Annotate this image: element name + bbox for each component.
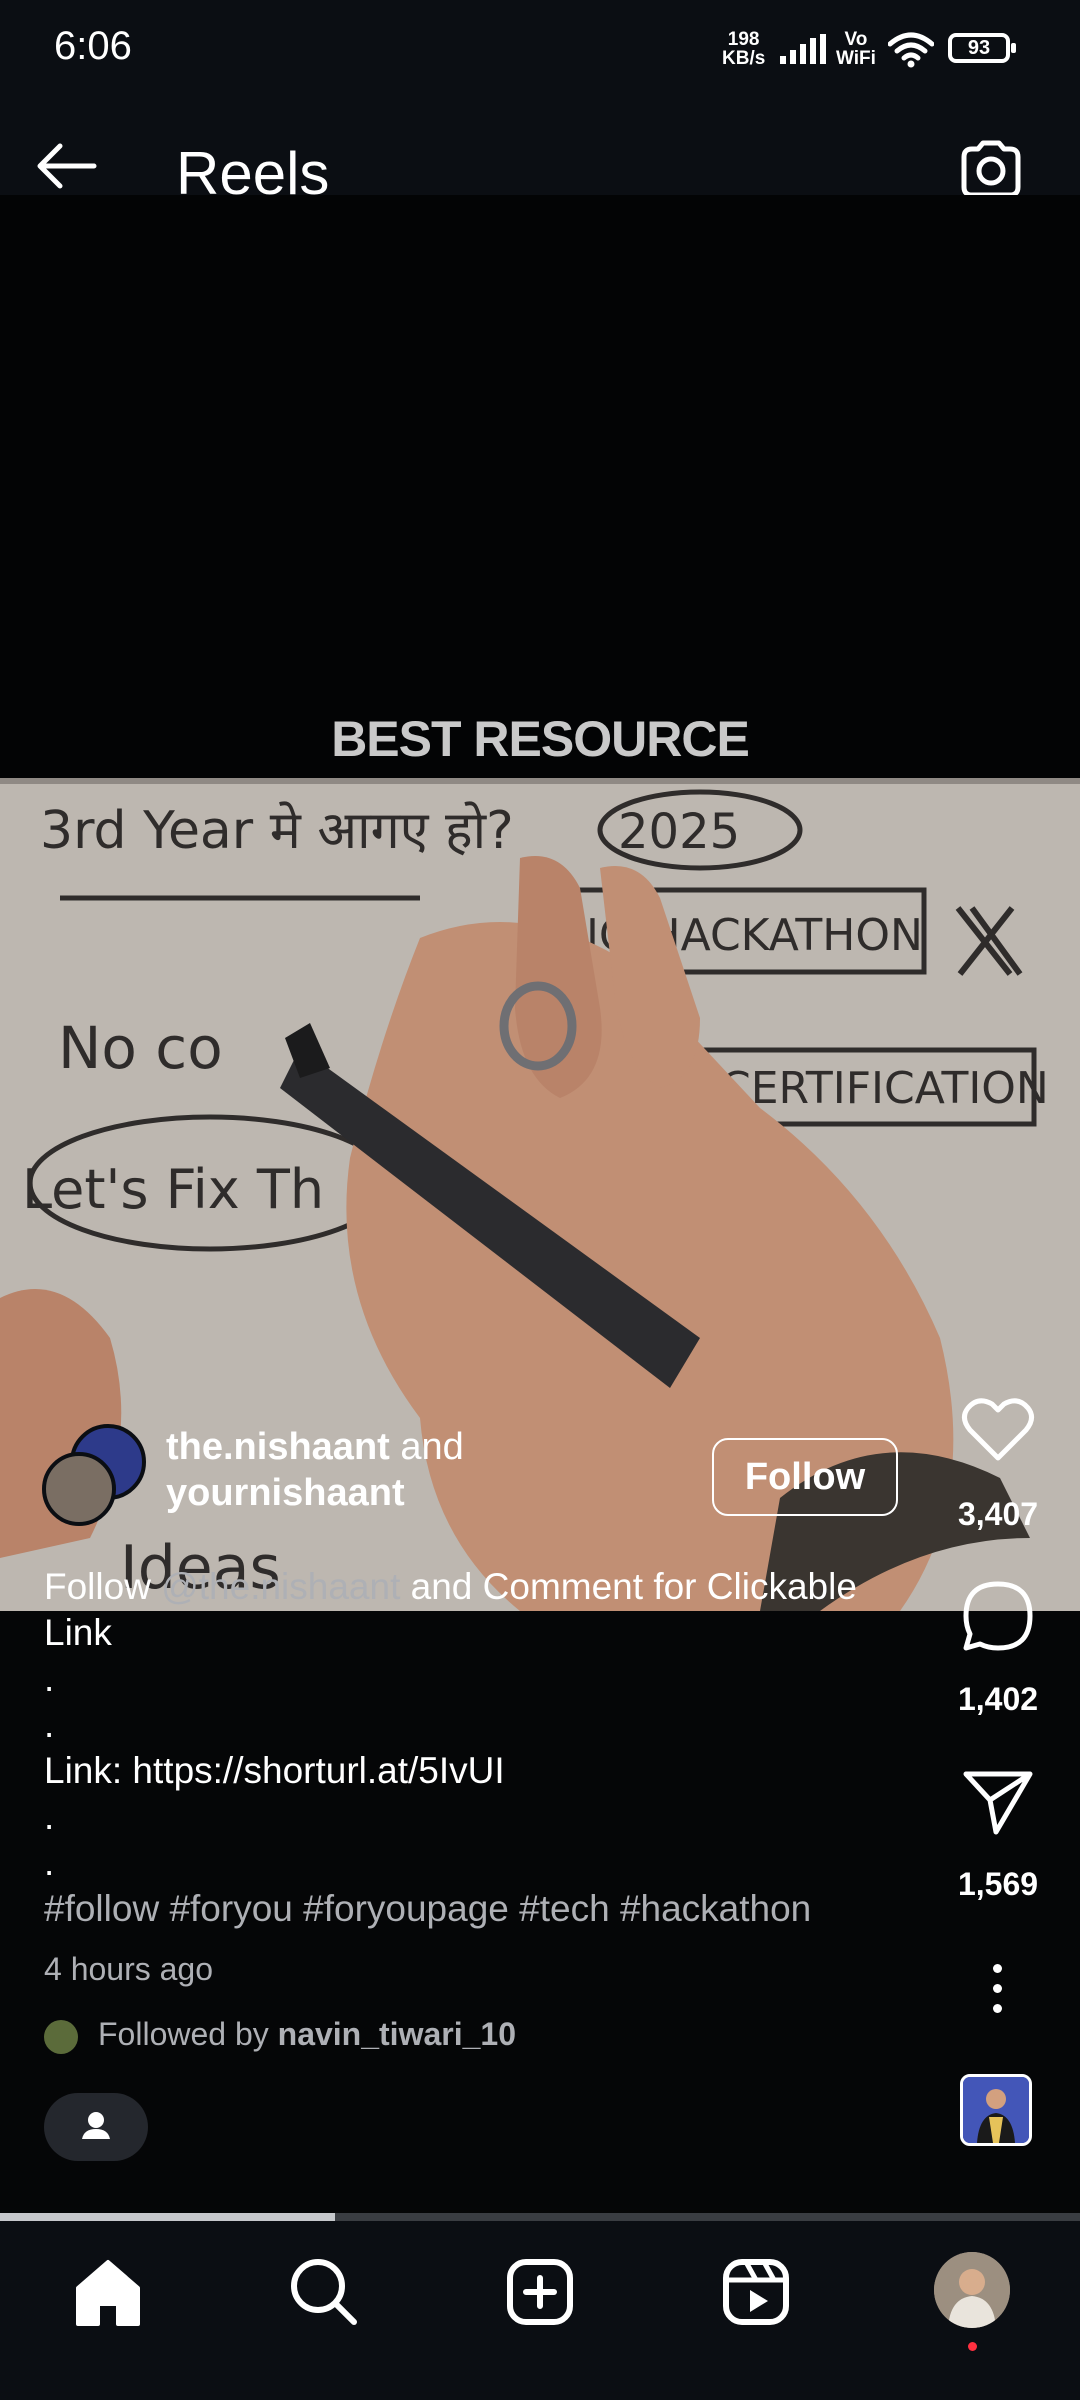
reels-header: Reels <box>0 95 1080 207</box>
follower-avatar <box>44 2019 78 2054</box>
plus-square-icon[interactable] <box>500 2252 580 2332</box>
caption-line-3: . <box>44 1658 55 1699</box>
wifi-icon <box>888 32 934 68</box>
user-icon <box>82 2112 110 2139</box>
author-primary-name[interactable]: the.nishaant <box>166 1426 390 1468</box>
profile-avatar-art <box>934 2252 1010 2328</box>
board-line-1: 3rd Year मे आगए हो? <box>40 801 514 861</box>
playback-progress[interactable] <box>0 2213 1080 2221</box>
vowifi-top: Vo <box>844 29 868 50</box>
follow-button[interactable]: Follow <box>712 1438 898 1516</box>
camera-icon[interactable] <box>958 139 1024 201</box>
signal-icon <box>780 34 826 64</box>
caption-line-7: . <box>44 1842 55 1883</box>
caption-line-2: Link <box>44 1612 112 1653</box>
battery-indicator: 93 <box>948 33 1016 63</box>
caption-line1-suffix: and Comment for Clickable <box>400 1566 857 1607</box>
board-line-6: Let's Fix Th <box>22 1158 324 1221</box>
video-letterbox <box>0 195 1080 778</box>
network-speed: 198 KB/s <box>722 30 765 68</box>
author-joiner: and <box>389 1426 464 1468</box>
network-speed-value: 198 <box>727 29 760 50</box>
profile-avatar[interactable] <box>934 2252 1010 2328</box>
comment-bubble-icon[interactable] <box>958 1576 1038 1656</box>
post-time: 4 hours ago <box>44 1951 214 1987</box>
caption-link[interactable]: Link: https://shorturl.at/5IvUI <box>44 1748 944 1794</box>
avatar-primary <box>42 1452 116 1526</box>
home-icon[interactable] <box>68 2252 148 2332</box>
tagged-users-button[interactable] <box>44 2093 148 2161</box>
status-bar: 6:06 198 KB/s Vo WiFi 93 <box>0 0 1080 95</box>
caption-mention[interactable]: @the.nishaant <box>161 1566 400 1607</box>
status-time: 6:06 <box>54 24 132 68</box>
notification-dot <box>968 2342 977 2351</box>
board-line-2: 2025 <box>618 804 740 860</box>
author-secondary-name[interactable]: yournishaant <box>166 1472 405 1514</box>
followed-by[interactable]: Followed by navin_tiwari_10 <box>44 2016 516 2054</box>
caption-line1-prefix: Follow <box>44 1566 162 1607</box>
author-names: the.nishaant and yournishaant <box>166 1424 464 1516</box>
followed-by-prefix: Followed by <box>98 2016 278 2052</box>
share-count: 1,569 <box>957 1866 1039 1902</box>
search-icon[interactable] <box>284 2252 364 2332</box>
comment-count: 1,402 <box>957 1681 1039 1717</box>
vowifi-bottom: WiFi <box>836 48 876 69</box>
heart-icon[interactable] <box>958 1390 1038 1470</box>
paper-plane-icon[interactable] <box>958 1762 1038 1842</box>
vowifi-indicator: Vo WiFi <box>836 30 876 68</box>
reels-icon[interactable] <box>716 2252 796 2332</box>
reel-caption[interactable]: Follow @the.nishaant and Comment for Cli… <box>44 1564 944 1932</box>
playback-progress-fill <box>0 2213 335 2221</box>
board-line-4: No co <box>58 1014 223 1082</box>
followed-by-user[interactable]: navin_tiwari_10 <box>278 2016 516 2052</box>
back-arrow-icon[interactable] <box>34 141 98 191</box>
video-banner-text: BEST RESOURCE <box>331 711 750 767</box>
caption-line-4: . <box>44 1704 55 1745</box>
audio-thumbnail-art <box>963 2077 1029 2143</box>
video-frame[interactable]: 3rd Year मे आगए हो? 2025 NO HACKATHON No… <box>0 778 1080 1611</box>
author-avatars[interactable] <box>42 1424 150 1526</box>
caption-hashtags[interactable]: #follow #foryou #foryoupage #tech #hacka… <box>44 1886 944 1932</box>
network-speed-unit: KB/s <box>722 48 766 69</box>
audio-thumbnail[interactable] <box>960 2074 1032 2146</box>
whiteboard-illustration: 3rd Year मे आगए हो? 2025 NO HACKATHON No… <box>0 778 1080 1611</box>
caption-line-6: . <box>44 1796 55 1837</box>
more-vertical-icon[interactable] <box>993 1964 1003 2024</box>
like-count: 3,407 <box>957 1496 1039 1532</box>
board-line-5: CERTIFICATION <box>720 1063 1049 1114</box>
